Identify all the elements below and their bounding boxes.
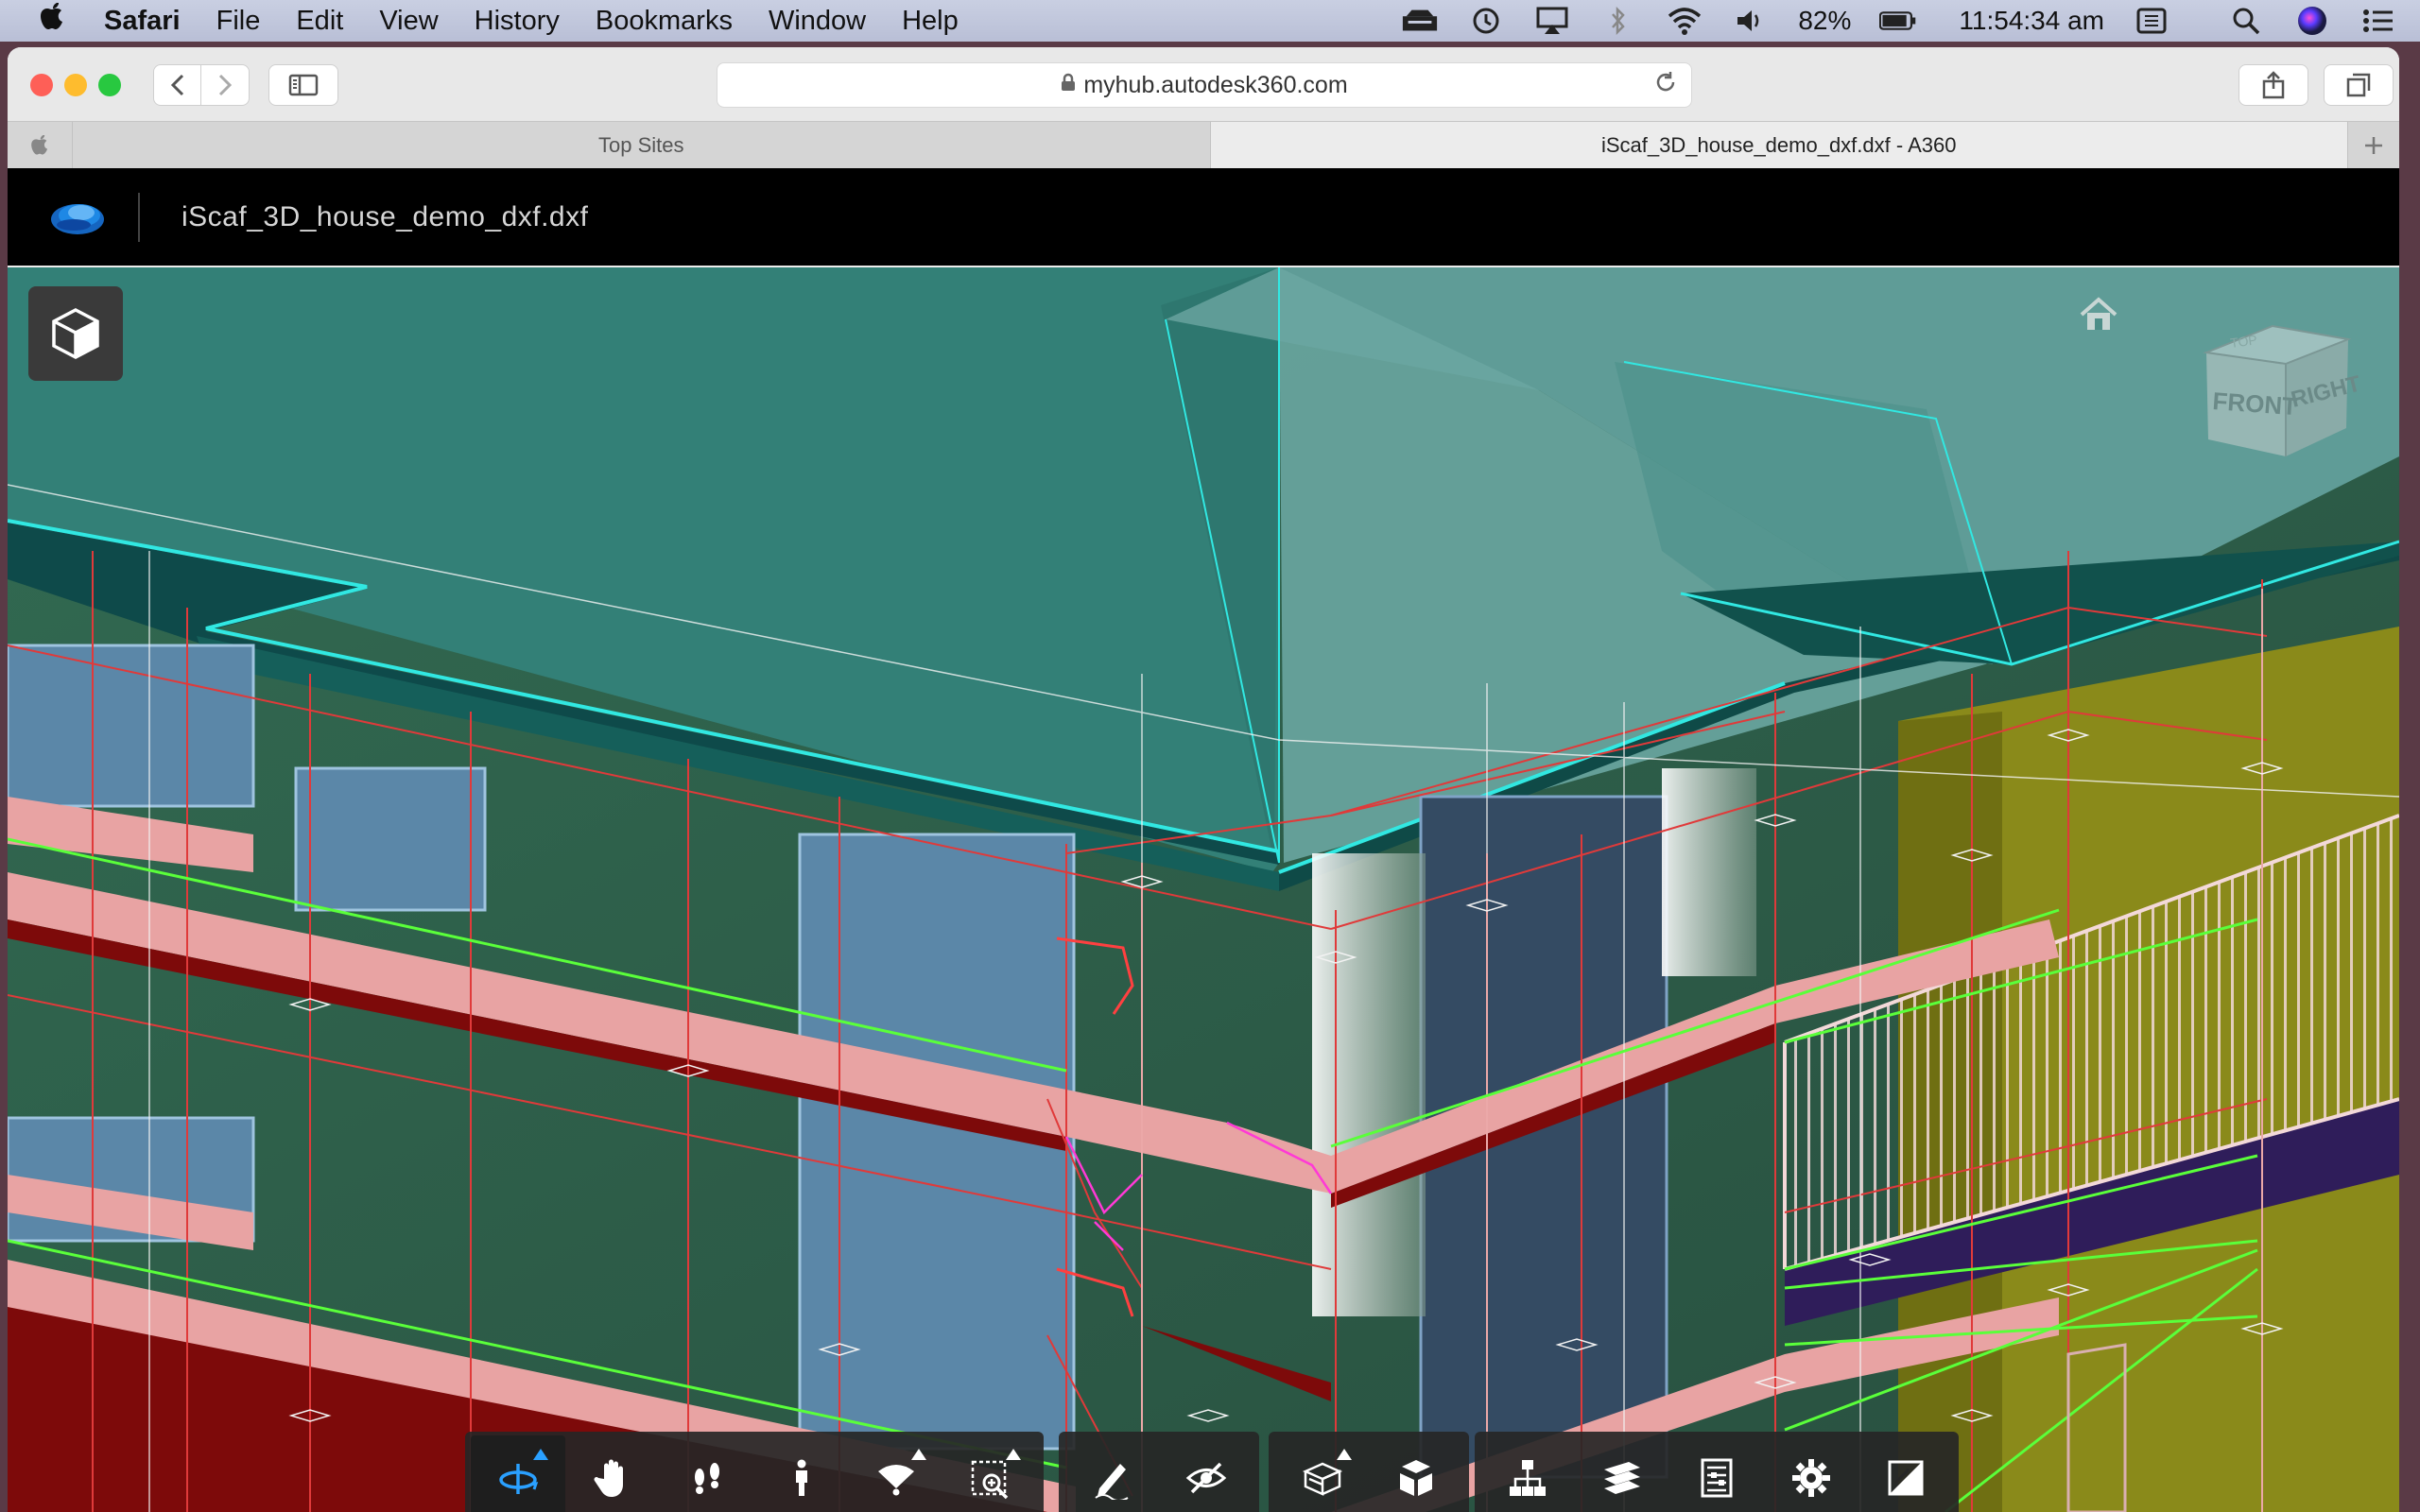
- time-machine-icon[interactable]: [1467, 6, 1505, 36]
- home-view-icon[interactable]: [2078, 294, 2119, 335]
- viewcube[interactable]: TOP FRONT RIGHT: [2191, 315, 2363, 475]
- spotlight-search-icon[interactable]: [2227, 6, 2265, 36]
- menu-view[interactable]: View: [379, 6, 438, 37]
- menu-edit[interactable]: Edit: [296, 6, 343, 37]
- first-person-button[interactable]: [660, 1435, 754, 1512]
- keyboard-viewer-icon[interactable]: [2133, 6, 2170, 36]
- markup-icon: [1095, 1464, 1129, 1500]
- fullscreen-button[interactable]: [1858, 1435, 1953, 1512]
- model-tools-toolbar: [1269, 1432, 1469, 1512]
- document-title: iScaf_3D_house_demo_dxf.dxf: [182, 200, 589, 232]
- zoom-window-button[interactable]: [943, 1435, 1038, 1512]
- url-text: myhub.autodesk360.com: [1083, 71, 1348, 98]
- layers-button[interactable]: [1575, 1435, 1669, 1512]
- hide-icon: [1185, 1462, 1227, 1494]
- settings-icon: [1792, 1459, 1830, 1497]
- reload-icon[interactable]: [1653, 70, 1678, 101]
- browser-toolbar: myhub.autodesk360.com: [8, 47, 2399, 121]
- properties-button[interactable]: [1669, 1435, 1764, 1512]
- tab-a360-document[interactable]: iScaf_3D_house_demo_dxf.dxf - A360: [1210, 122, 2348, 169]
- volume-icon[interactable]: [1732, 6, 1770, 36]
- orbit-flyout-indicator[interactable]: [533, 1449, 548, 1460]
- walk-icon: [796, 1459, 807, 1496]
- model-browser-button[interactable]: [28, 286, 123, 381]
- new-tab-button[interactable]: [2348, 122, 2399, 169]
- 3d-model-scene[interactable]: [8, 267, 2399, 1512]
- first-person-icon: [695, 1463, 719, 1494]
- menu-window[interactable]: Window: [769, 6, 866, 37]
- tab-bar: Top Sites iScaf_3D_house_demo_dxf.dxf - …: [8, 121, 2399, 170]
- fullscreen-icon: [1888, 1460, 1924, 1496]
- sidebar-icon: [288, 74, 319, 96]
- camera-flyout-indicator[interactable]: [911, 1449, 926, 1460]
- review-toolbar: [1059, 1432, 1259, 1512]
- walk-button[interactable]: [754, 1435, 849, 1512]
- zoom-flyout-indicator[interactable]: [1006, 1449, 1021, 1460]
- battery-icon[interactable]: [1879, 6, 1917, 36]
- battery-percent: 82%: [1798, 6, 1852, 35]
- fullscreen-window-button[interactable]: [98, 74, 121, 96]
- layers-icon: [1604, 1462, 1640, 1494]
- minimize-window-button[interactable]: [64, 74, 87, 96]
- settings-button[interactable]: [1764, 1435, 1858, 1512]
- camera-interactions-button[interactable]: [849, 1435, 943, 1512]
- model-browser-icon: [1510, 1460, 1546, 1496]
- menu-file[interactable]: File: [216, 6, 261, 37]
- drive-icon[interactable]: [1401, 6, 1439, 36]
- markup-button[interactable]: [1064, 1435, 1159, 1512]
- plus-icon: [2365, 137, 2382, 154]
- settings-toolbar: [1475, 1432, 1959, 1512]
- cube-icon: [52, 308, 99, 359]
- tabs-icon: [2346, 73, 2371, 97]
- section-icon: [1302, 1462, 1343, 1496]
- header-divider: [138, 192, 140, 242]
- a360-header: iScaf_3D_house_demo_dxf.dxf: [8, 168, 2399, 266]
- menu-help[interactable]: Help: [902, 6, 959, 37]
- bluetooth-icon[interactable]: [1599, 6, 1637, 36]
- menu-history[interactable]: History: [475, 6, 560, 37]
- wifi-icon[interactable]: [1666, 6, 1703, 36]
- chevron-right-icon: [218, 74, 233, 96]
- explode-model-button[interactable]: [1369, 1435, 1463, 1512]
- address-bar[interactable]: myhub.autodesk360.com: [717, 62, 1692, 108]
- camera-interactions-icon: [878, 1465, 914, 1496]
- 3d-viewer-canvas[interactable]: TOP FRONT RIGHT: [8, 267, 2399, 1512]
- menu-app-name[interactable]: Safari: [104, 6, 181, 37]
- viewcube-front-label[interactable]: FRONT: [2212, 387, 2299, 421]
- pan-icon: [594, 1459, 623, 1497]
- forward-button[interactable]: [200, 64, 250, 106]
- pinned-tab-apple-icon[interactable]: [8, 122, 73, 169]
- apple-menu-icon[interactable]: [38, 1, 70, 42]
- menu-clock[interactable]: 11:54:34 am: [1959, 6, 2104, 36]
- sidebar-toggle-button[interactable]: [268, 64, 338, 106]
- a360-logo-icon[interactable]: [49, 197, 106, 238]
- explode-icon: [1400, 1460, 1432, 1496]
- zoom-window-icon: [971, 1460, 1009, 1500]
- navigation-toolbar: [465, 1432, 1044, 1512]
- orbit-icon: [499, 1464, 539, 1494]
- hide-objects-button[interactable]: [1159, 1435, 1253, 1512]
- section-analysis-button[interactable]: [1274, 1435, 1369, 1512]
- back-button[interactable]: [153, 64, 202, 106]
- share-icon: [2262, 71, 2285, 99]
- chevron-left-icon: [170, 74, 184, 96]
- orbit-button[interactable]: [471, 1435, 565, 1512]
- menu-bar: Safari File Edit View History Bookmarks …: [0, 0, 2420, 42]
- close-window-button[interactable]: [30, 74, 53, 96]
- airplay-icon[interactable]: [1533, 6, 1571, 36]
- menu-bookmarks[interactable]: Bookmarks: [596, 6, 733, 37]
- tab-top-sites[interactable]: Top Sites: [73, 122, 1211, 169]
- safari-window: myhub.autodesk360.com Top Sites iScaf_3D…: [8, 47, 2399, 1512]
- siri-icon[interactable]: [2293, 6, 2331, 36]
- notification-center-icon[interactable]: [2360, 6, 2397, 36]
- share-button[interactable]: [2238, 64, 2308, 106]
- lock-icon: [1061, 73, 1076, 97]
- section-flyout-indicator[interactable]: [1337, 1449, 1352, 1460]
- pan-button[interactable]: [565, 1435, 660, 1512]
- model-structure-button[interactable]: [1480, 1435, 1575, 1512]
- properties-icon: [1701, 1458, 1733, 1498]
- tab-overview-button[interactable]: [2324, 64, 2394, 106]
